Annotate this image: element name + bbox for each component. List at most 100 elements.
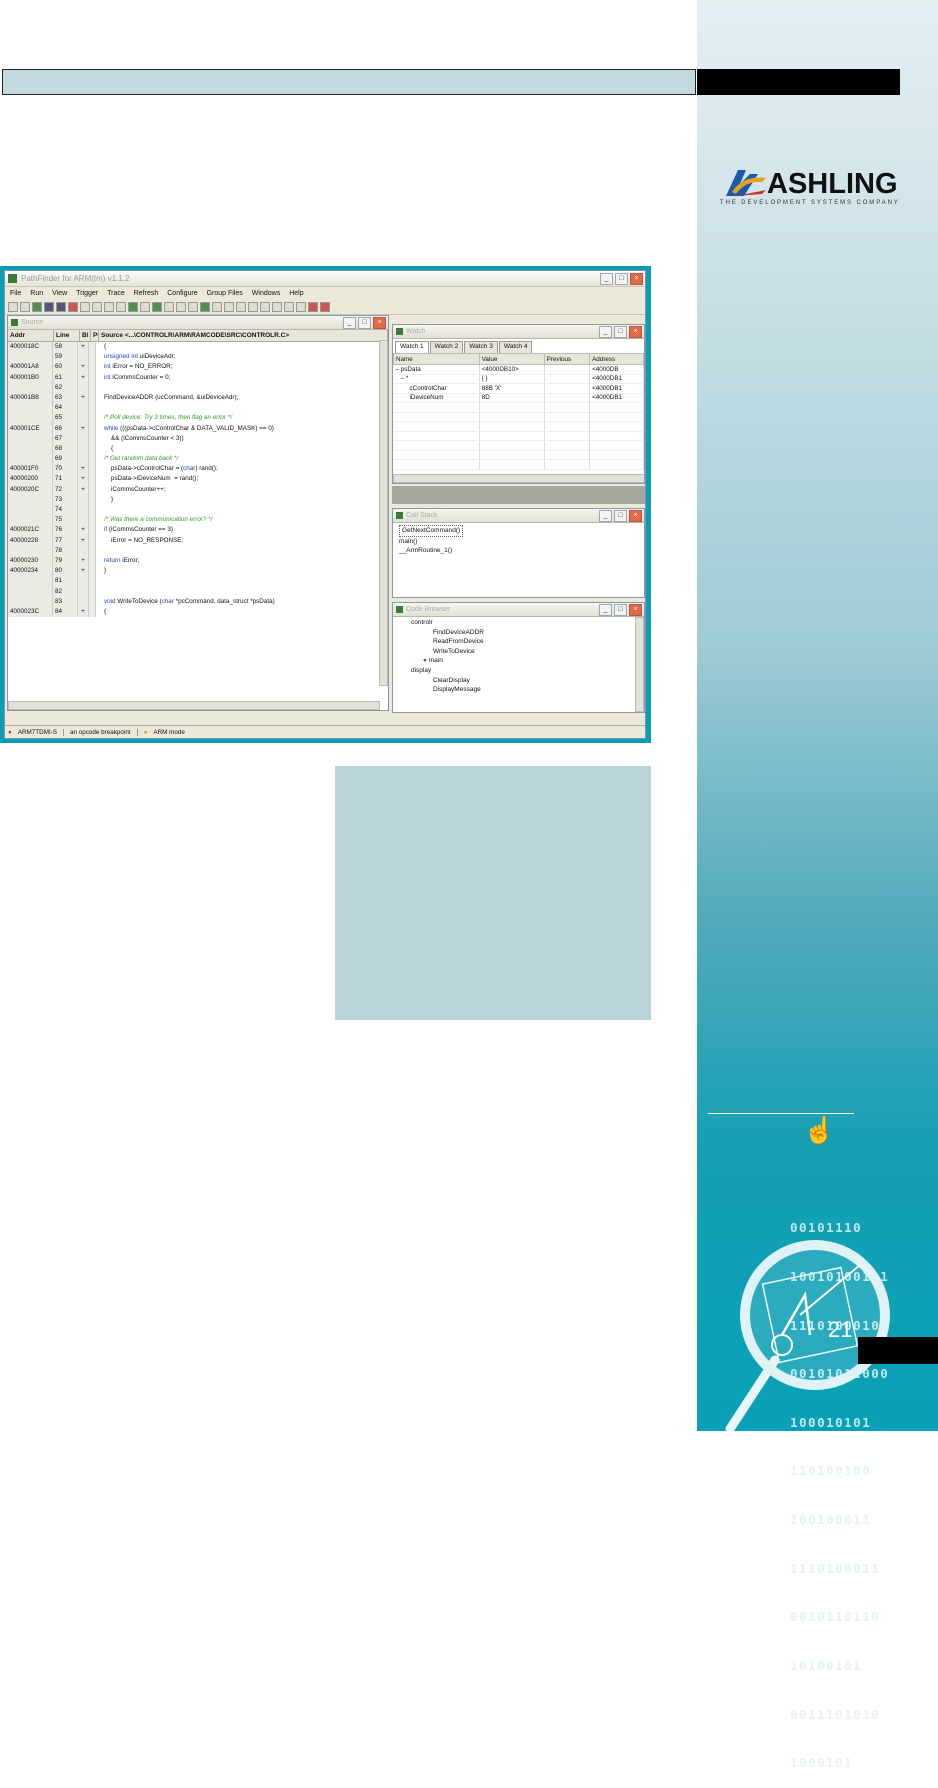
source-vscroll[interactable] bbox=[379, 340, 388, 686]
tool-icon[interactable] bbox=[212, 301, 222, 312]
source-row[interactable]: 67 && (iCommsCounter < 3)) bbox=[8, 433, 388, 444]
col-addr[interactable]: Addr bbox=[8, 330, 54, 341]
tool-icon[interactable] bbox=[272, 301, 282, 312]
menu-trigger[interactable]: Trigger bbox=[76, 290, 98, 297]
tree-item-function[interactable]: ● main bbox=[399, 656, 644, 666]
run-icon[interactable] bbox=[116, 301, 126, 312]
tab-watch-4[interactable]: Watch 4 bbox=[498, 341, 533, 353]
source-row[interactable]: 40000234 80 +} bbox=[8, 566, 388, 577]
go-icon[interactable] bbox=[128, 301, 138, 312]
source-row[interactable]: 82 bbox=[8, 586, 388, 597]
menu-windows[interactable]: Windows bbox=[252, 290, 280, 297]
tab-watch-2[interactable]: Watch 2 bbox=[429, 341, 464, 353]
source-row[interactable]: 81 bbox=[8, 576, 388, 587]
menu-trace[interactable]: Trace bbox=[107, 290, 125, 297]
tool-icon[interactable] bbox=[260, 301, 270, 312]
maximize-button[interactable]: □ bbox=[614, 604, 627, 616]
source-row[interactable]: 59 unsigned int uiDeviceAdr; bbox=[8, 352, 388, 363]
watch-row[interactable]: – *{ } <4000DB1 bbox=[393, 374, 644, 384]
watch-col-address[interactable]: Address bbox=[589, 353, 644, 365]
tool-icon[interactable] bbox=[320, 301, 330, 312]
watch-row[interactable]: – psData <4000DB10> <4000DB bbox=[393, 364, 644, 375]
source-row[interactable]: 62 bbox=[8, 382, 388, 393]
maximize-button[interactable]: □ bbox=[614, 510, 627, 522]
source-hscroll[interactable] bbox=[8, 701, 380, 710]
call-stack-item[interactable]: __ArmRoutine_1() bbox=[399, 546, 644, 556]
menu-refresh[interactable]: Refresh bbox=[134, 290, 159, 297]
minimize-button[interactable]: _ bbox=[600, 273, 613, 285]
minimize-button[interactable]: _ bbox=[599, 510, 612, 522]
tab-watch-3[interactable]: Watch 3 bbox=[464, 341, 498, 353]
pane-splitter[interactable] bbox=[392, 486, 645, 504]
maximize-button[interactable]: □ bbox=[615, 273, 628, 285]
source-row[interactable]: 69 /* Get random data back */ bbox=[8, 454, 388, 465]
tab-watch-1[interactable]: Watch 1 bbox=[395, 341, 429, 353]
source-row[interactable]: 73 } bbox=[8, 494, 388, 505]
halt-icon[interactable] bbox=[140, 301, 150, 312]
menu-run[interactable]: Run bbox=[30, 290, 43, 297]
step-out-icon[interactable] bbox=[104, 301, 114, 312]
menu-view[interactable]: View bbox=[52, 290, 67, 297]
step-over-icon[interactable] bbox=[92, 301, 102, 312]
step-into-icon[interactable] bbox=[80, 301, 90, 312]
source-window-icon[interactable] bbox=[32, 301, 42, 312]
col-bp[interactable]: Bl bbox=[80, 330, 91, 341]
watch-row[interactable]: iDeviceNum 8D <4000DB1 bbox=[393, 393, 644, 403]
source-row[interactable]: 68 { bbox=[8, 443, 388, 455]
tree-item-function[interactable]: DisplayMessage bbox=[399, 685, 644, 695]
breakpoint-icon[interactable] bbox=[152, 301, 162, 312]
source-row[interactable]: 4000020C 72 + iCommsCounter++; bbox=[8, 484, 388, 495]
maximize-button[interactable]: □ bbox=[358, 317, 371, 329]
close-button[interactable]: × bbox=[629, 604, 642, 616]
menu-file[interactable]: File bbox=[10, 290, 21, 297]
col-source[interactable]: Source <...\CONTROLR\ARM\RAMCODE\SRC\CON… bbox=[99, 330, 388, 341]
tool-icon[interactable] bbox=[224, 301, 234, 312]
tool-icon[interactable] bbox=[236, 301, 246, 312]
minimize-button[interactable]: _ bbox=[599, 326, 612, 338]
source-row[interactable]: 78 bbox=[8, 545, 388, 556]
tree-item-module[interactable]: display bbox=[399, 666, 644, 676]
tool-icon[interactable] bbox=[308, 301, 318, 312]
watch-hscroll[interactable] bbox=[393, 474, 644, 483]
menu-group-files[interactable]: Group Files bbox=[207, 290, 243, 297]
stop-icon[interactable] bbox=[188, 301, 198, 312]
watch-icon[interactable] bbox=[164, 301, 174, 312]
call-stack-item[interactable]: GetNextCommand() bbox=[399, 525, 464, 537]
open-icon[interactable] bbox=[8, 301, 18, 312]
source-row[interactable]: 400001A8 60 + int iError = NO_ERROR; bbox=[8, 362, 388, 373]
maximize-button[interactable]: □ bbox=[614, 326, 627, 338]
menu-help[interactable]: Help bbox=[289, 290, 303, 297]
col-pc[interactable]: PC bbox=[91, 330, 99, 341]
close-button[interactable]: × bbox=[630, 273, 643, 285]
source-row[interactable]: 4000021C 76 + if (iCommsCounter == 3) bbox=[8, 525, 388, 536]
close-button[interactable]: × bbox=[373, 317, 386, 329]
source-row[interactable]: 4000018C 58 + { bbox=[8, 342, 388, 353]
reset-icon[interactable] bbox=[176, 301, 186, 312]
tree-item-module[interactable]: controlr bbox=[399, 618, 644, 628]
source-row[interactable]: 83 void WriteToDevice (char *pcCommand, d… bbox=[8, 596, 388, 607]
source-row[interactable]: 75 /* Was there a communication error? */ bbox=[8, 515, 388, 526]
close-button[interactable]: × bbox=[629, 326, 642, 338]
tool-icon[interactable] bbox=[248, 301, 258, 312]
call-stack-item[interactable]: main() bbox=[399, 537, 644, 547]
tree-item-function[interactable]: ReadFromDevice bbox=[399, 637, 644, 647]
menu-configure[interactable]: Configure bbox=[167, 290, 197, 297]
save-icon[interactable] bbox=[20, 301, 30, 312]
tree-item-function[interactable]: WriteToDevice bbox=[399, 647, 644, 657]
source-row[interactable]: 40000230 79 + return iError; bbox=[8, 555, 388, 567]
watch-col-name[interactable]: Name bbox=[393, 353, 480, 365]
tree-item-function[interactable]: FindDeviceADDR bbox=[399, 628, 644, 638]
source-row[interactable]: 400001B8 63 + FindDeviceADDR (ucCommand, &u… bbox=[8, 392, 388, 404]
source-code-body[interactable]: 4000018C 58 +{59 unsigned int uiDeviceAdr; 4… bbox=[8, 342, 388, 618]
source-row[interactable]: 40000228 77 + iError = NO_RESPONSE; bbox=[8, 535, 388, 546]
code-browser-vscroll[interactable] bbox=[635, 617, 644, 712]
watch-col-value[interactable]: Value bbox=[478, 353, 545, 365]
close-button[interactable]: × bbox=[629, 510, 642, 522]
register-window-icon[interactable] bbox=[56, 301, 66, 312]
find-icon[interactable] bbox=[200, 301, 210, 312]
tool-icon[interactable] bbox=[284, 301, 294, 312]
source-row[interactable]: 400001B0 61 + int iCommsCounter = 0; bbox=[8, 372, 388, 383]
source-row[interactable]: 74 bbox=[8, 505, 388, 516]
source-row[interactable]: 400001CE 66 + while (((psData->cControlChar… bbox=[8, 423, 388, 434]
tool-icon[interactable] bbox=[296, 301, 306, 312]
